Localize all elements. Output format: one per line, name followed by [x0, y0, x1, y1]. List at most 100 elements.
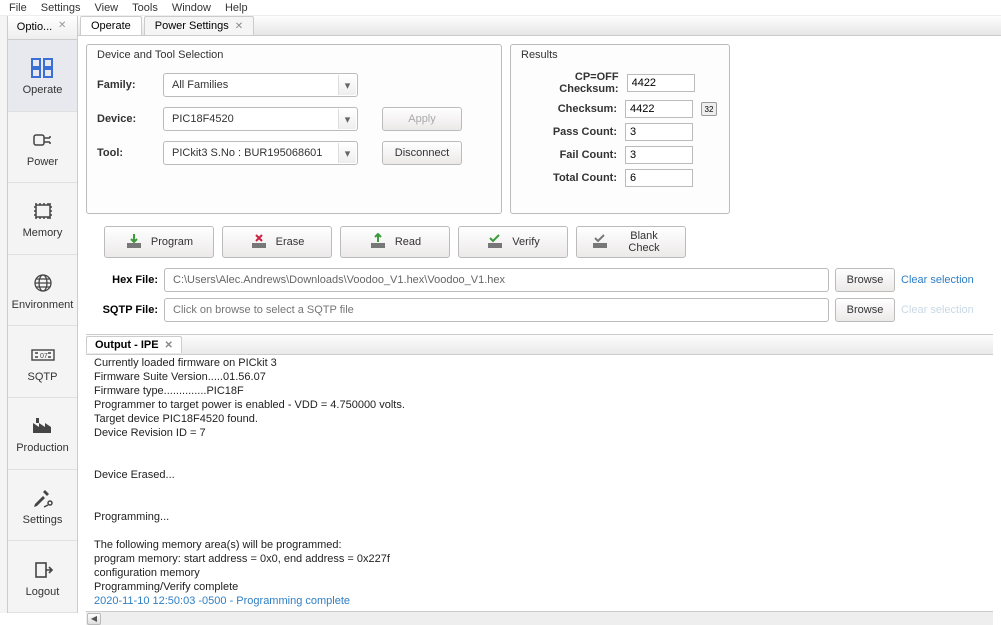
nav-label: Power	[27, 156, 58, 168]
sqtp-browse-button[interactable]: Browse	[835, 298, 895, 322]
verify-icon	[486, 233, 504, 251]
pass-label: Pass Count:	[553, 126, 617, 138]
sqtp-file-label: SQTP File:	[88, 304, 158, 316]
close-icon[interactable]: ✕	[56, 21, 68, 33]
nav-logout[interactable]: Logout	[8, 541, 77, 613]
tab-label: Power Settings	[155, 20, 229, 32]
nav-settings[interactable]: Settings	[8, 470, 77, 542]
nav-label: Logout	[26, 586, 60, 598]
hex-file-label: Hex File:	[88, 274, 158, 286]
results-panel: Results CP=OFF Checksum: Checksum: 32 Pa…	[510, 44, 730, 214]
chevron-down-icon[interactable]: ▾	[338, 109, 356, 129]
file-rows: Hex File: Browse Clear selection SQTP Fi…	[78, 268, 1001, 334]
tool-label: Tool:	[97, 147, 163, 159]
erase-button[interactable]: Erase	[222, 226, 332, 258]
chevron-down-icon[interactable]: ▾	[338, 75, 356, 95]
tab-power-settings[interactable]: Power Settings ✕	[144, 16, 254, 35]
button-label: Read	[395, 236, 421, 248]
checksum-value[interactable]	[625, 100, 693, 118]
tab-label: Output - IPE	[95, 339, 159, 351]
scroll-left-arrow-icon[interactable]: ◀	[87, 613, 101, 625]
pass-value[interactable]	[625, 123, 693, 141]
sidebar-tab-label: Optio...	[17, 21, 52, 33]
tool-combo[interactable]: ▾	[163, 141, 358, 165]
family-combo[interactable]: ▾	[163, 73, 358, 97]
checksum-label: Checksum:	[558, 103, 617, 115]
verify-button[interactable]: Verify	[458, 226, 568, 258]
tab-label: Operate	[91, 20, 131, 32]
close-icon[interactable]: ✕	[165, 340, 173, 351]
menu-settings[interactable]: Settings	[34, 2, 88, 14]
chevron-down-icon[interactable]: ▾	[338, 143, 356, 163]
hex-browse-button[interactable]: Browse	[835, 268, 895, 292]
button-label: Blank Check	[617, 230, 671, 254]
sidebar-tab-header[interactable]: Optio... ✕	[8, 16, 77, 40]
menu-help[interactable]: Help	[218, 2, 255, 14]
panel-title: Results	[521, 49, 558, 61]
program-button[interactable]: Program	[104, 226, 214, 258]
sqtp-icon: 07	[28, 341, 58, 369]
nav-power[interactable]: Power	[8, 112, 77, 184]
sqtp-file-input[interactable]	[164, 298, 829, 322]
operate-icon	[30, 54, 56, 82]
device-tool-panel: Device and Tool Selection Family: ▾ Devi…	[86, 44, 502, 214]
horizontal-scrollbar[interactable]: ◀	[86, 611, 993, 625]
hex-toggle-button[interactable]: 32	[701, 102, 717, 116]
hex-file-input[interactable]	[164, 268, 829, 292]
logout-icon	[31, 556, 55, 584]
action-bar: Program Erase Read Verify	[78, 222, 1001, 268]
fail-value[interactable]	[625, 146, 693, 164]
cpoff-label: CP=OFF Checksum:	[523, 71, 619, 95]
globe-icon	[31, 269, 55, 297]
total-label: Total Count:	[553, 172, 617, 184]
menu-file[interactable]: File	[2, 2, 34, 14]
button-label: Erase	[276, 236, 305, 248]
nav-label: Memory	[23, 227, 63, 239]
family-input[interactable]	[163, 73, 358, 97]
nav-sqtp[interactable]: 07 SQTP	[8, 326, 77, 398]
left-gutter	[0, 16, 8, 613]
read-icon	[369, 233, 387, 251]
read-button[interactable]: Read	[340, 226, 450, 258]
output-console[interactable]: Currently loaded firmware on PICkit 3 Fi…	[86, 355, 993, 611]
memory-icon	[30, 197, 56, 225]
hex-clear-link[interactable]: Clear selection	[901, 274, 991, 286]
nav-label: Settings	[23, 514, 63, 526]
device-combo[interactable]: ▾	[163, 107, 358, 131]
apply-button[interactable]: Apply	[382, 107, 462, 131]
nav-operate[interactable]: Operate	[8, 40, 77, 112]
nav-production[interactable]: Production	[8, 398, 77, 470]
blank-check-button[interactable]: Blank Check	[576, 226, 686, 258]
content-tabs: Operate Power Settings ✕	[78, 16, 1001, 36]
menu-tools[interactable]: Tools	[125, 2, 165, 14]
output-pane: Output - IPE ✕ Currently loaded firmware…	[86, 334, 993, 625]
program-icon	[125, 233, 143, 251]
button-label: Program	[151, 236, 193, 248]
nav-memory[interactable]: Memory	[8, 183, 77, 255]
svg-text:07: 07	[40, 353, 48, 360]
blank-check-icon	[591, 233, 609, 251]
menu-view[interactable]: View	[87, 2, 125, 14]
fail-label: Fail Count:	[560, 149, 617, 161]
output-tab[interactable]: Output - IPE ✕	[86, 336, 182, 353]
cpoff-value[interactable]	[627, 74, 695, 92]
tool-input[interactable]	[163, 141, 358, 165]
sidebar: Optio... ✕ Operate Power Memory Envir	[8, 16, 78, 613]
device-input[interactable]	[163, 107, 358, 131]
erase-icon	[250, 233, 268, 251]
menu-window[interactable]: Window	[165, 2, 218, 14]
close-icon[interactable]: ✕	[235, 21, 243, 32]
nav-label: Operate	[23, 84, 63, 96]
nav-label: Production	[16, 442, 69, 454]
panel-title: Device and Tool Selection	[97, 49, 223, 61]
disconnect-button[interactable]: Disconnect	[382, 141, 462, 165]
sqtp-clear-link: Clear selection	[901, 304, 991, 316]
nav-label: Environment	[12, 299, 74, 311]
tab-operate[interactable]: Operate	[80, 16, 142, 35]
total-value[interactable]	[625, 169, 693, 187]
nav-environment[interactable]: Environment	[8, 255, 77, 327]
output-text: Currently loaded firmware on PICkit 3 Fi…	[94, 357, 405, 593]
family-label: Family:	[97, 79, 163, 91]
menu-bar: File Settings View Tools Window Help	[0, 0, 1001, 16]
tools-icon	[31, 484, 55, 512]
